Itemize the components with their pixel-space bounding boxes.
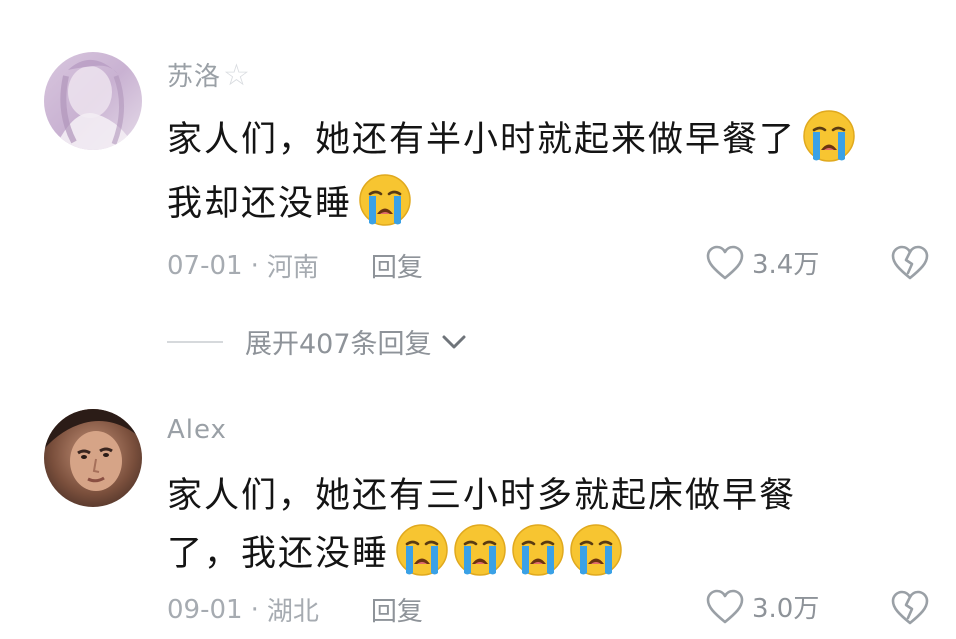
heart-outline-icon [706, 589, 744, 623]
username[interactable]: 苏洛☆ [167, 56, 251, 93]
heart-outline-icon [706, 245, 744, 279]
separator-dot: · [250, 594, 259, 625]
username-text[interactable]: Alex [167, 415, 227, 445]
chevron-down-icon [442, 335, 466, 348]
comment-text: 家人们，她还有三小时多就起床做早餐 [167, 476, 797, 516]
crying-face-emoji-icon [802, 109, 856, 163]
reply-button[interactable]: 回复 [371, 247, 423, 284]
comment-location: 湖北 [266, 597, 319, 627]
broken-heart-icon [891, 245, 929, 280]
comment-item: Alex 家人们，她还有三小时多就起床做早餐 了，我还没睡 09-01 · 湖北… [0, 395, 956, 639]
like-count: 3.0万 [752, 594, 820, 624]
avatar-pastel-portrait-icon [44, 52, 142, 150]
crying-face-emoji-icon [569, 523, 623, 577]
expand-replies-label: 展开407条回复 [245, 329, 432, 360]
comment-text-line: 我却还没睡 [167, 173, 412, 227]
comment-meta: 09-01 · 湖北 回复 [167, 591, 423, 628]
comment-text-line: 家人们，她还有三小时多就起床做早餐 [167, 467, 796, 518]
comment-text: 我却还没睡 [167, 183, 353, 224]
comment-location: 河南 [266, 253, 319, 283]
comment-text-line: 了，我还没睡 [167, 523, 623, 577]
dislike-button[interactable] [891, 590, 929, 630]
crying-face-emoji-icon [358, 173, 412, 227]
broken-heart-icon [891, 590, 929, 625]
like-count: 3.4万 [752, 250, 820, 280]
comment-meta: 07-01 · 河南 回复 [167, 247, 423, 284]
comment-item: 苏洛☆ 家人们，她还有半小时就起来做早餐了 我却还没睡 07-01 · 河南 回… [0, 0, 956, 395]
comment-text: 了，我还没睡 [167, 533, 390, 574]
comment-text: 家人们，她还有半小时就起来做早餐了 [167, 119, 797, 160]
comment-date: 07-01 [167, 250, 243, 281]
dislike-button[interactable] [891, 245, 929, 285]
crying-face-emoji-icon [395, 523, 449, 577]
username[interactable]: Alex [167, 415, 227, 445]
reply-button[interactable]: 回复 [371, 591, 423, 628]
like-button[interactable]: 3.4万 [706, 244, 819, 281]
divider-line [167, 340, 223, 343]
avatar[interactable] [44, 409, 142, 507]
crying-face-emoji-icon [511, 523, 565, 577]
comment-text-line: 家人们，她还有半小时就起来做早餐了 [167, 109, 856, 163]
avatar[interactable] [44, 52, 142, 150]
crying-face-emoji-icon [453, 523, 507, 577]
separator-dot: · [250, 250, 259, 281]
comment-date: 09-01 [167, 594, 243, 625]
expand-replies-button[interactable]: 展开407条回复 [167, 322, 468, 361]
star-decoration-icon: ☆ [223, 58, 251, 93]
username-text[interactable]: 苏洛 [167, 62, 221, 92]
avatar-photo-portrait-icon [44, 409, 142, 507]
like-button[interactable]: 3.0万 [706, 588, 819, 625]
